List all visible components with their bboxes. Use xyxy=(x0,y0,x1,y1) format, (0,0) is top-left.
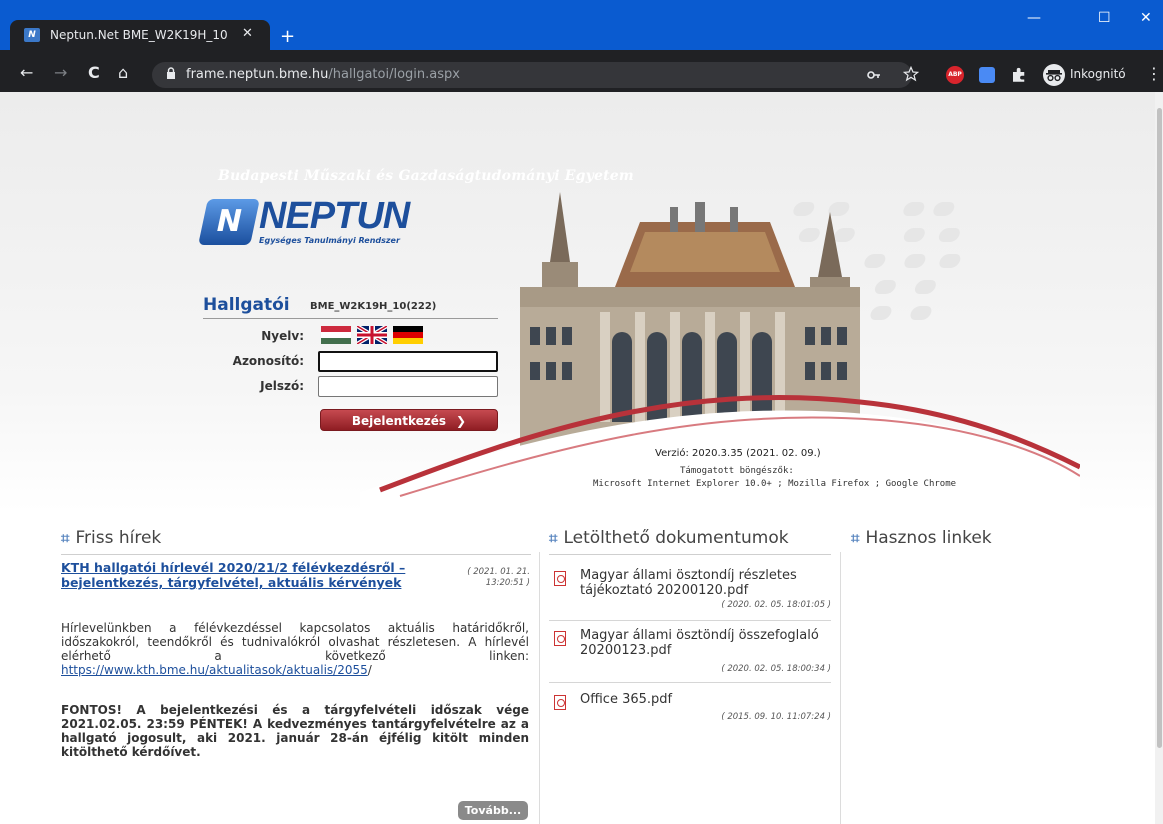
login-divider xyxy=(203,318,498,319)
flag-hungarian-icon[interactable] xyxy=(321,326,351,344)
tab-strip-base xyxy=(0,50,1163,58)
document-item[interactable]: Magyar állami ösztondíj részletes tájéko… xyxy=(549,568,831,616)
chevron-right-icon: ❯ xyxy=(456,414,467,428)
browser-menu-icon[interactable]: ⋮ xyxy=(1146,64,1162,83)
minimize-button[interactable]: — xyxy=(1027,10,1041,26)
links-heading: ⌗ Hasznos linkek xyxy=(851,528,992,548)
university-title: Budapesti Műszaki és Gazdaságtudományi E… xyxy=(218,168,634,184)
flag-english-icon[interactable] xyxy=(357,326,387,344)
forward-button[interactable]: → xyxy=(54,63,67,82)
server-code: BME_W2K19H_10(222) xyxy=(310,301,437,312)
flag-german-icon[interactable] xyxy=(393,326,423,344)
grid-icon: ⌗ xyxy=(851,529,860,547)
incognito-label[interactable]: Inkognitó xyxy=(1070,67,1126,81)
back-button[interactable]: ← xyxy=(20,63,33,82)
neptun-logo-mark: N xyxy=(198,199,260,245)
neptun-logo-subtitle: Egységes Tanulmányi Rendszer xyxy=(259,236,400,245)
pdf-icon xyxy=(554,695,566,710)
supported-browsers-list: Microsoft Internet Explorer 10.0+ ; Mozi… xyxy=(593,479,957,489)
grid-icon: ⌗ xyxy=(549,529,558,547)
username-label: Azonosító: xyxy=(232,354,304,368)
scrollbar-thumb[interactable] xyxy=(1157,108,1162,748)
login-title: Hallgatói xyxy=(203,295,290,315)
browser-tab[interactable]: N Neptun.Net BME_W2K19H_10 ✕ xyxy=(10,20,270,50)
login-button[interactable]: Bejelentkezés ❯ xyxy=(320,409,498,431)
news-date: ( 2021. 01. 21. 13:20:51 ) xyxy=(467,567,530,588)
puzzle-extensions-icon[interactable] xyxy=(1010,66,1028,84)
maximize-button[interactable]: ☐ xyxy=(1098,10,1111,26)
language-label: Nyelv: xyxy=(261,329,304,343)
documents-heading: ⌗ Letölthető dokumentumok xyxy=(549,528,789,548)
tab-title: Neptun.Net BME_W2K19H_10 xyxy=(50,28,228,42)
documents-heading-rule xyxy=(549,554,831,555)
document-name: Magyar állami ösztondíj részletes tájéko… xyxy=(580,568,797,598)
key-icon[interactable] xyxy=(867,70,881,80)
pdf-icon xyxy=(554,571,566,586)
document-name: Magyar állami ösztöndíj összefoglaló 202… xyxy=(580,628,819,658)
news-heading: ⌗ Friss hírek xyxy=(61,528,162,548)
adblock-extension-icon[interactable]: ABP xyxy=(946,66,964,84)
news-title-link[interactable]: KTH hallgatói hírlevél 2020/21/2 félévke… xyxy=(61,560,451,590)
news-important-notice: FONTOS! A bejelentkezési és a tárgyfelvé… xyxy=(61,703,529,759)
reload-button[interactable]: C xyxy=(88,63,100,82)
document-date: ( 2020. 02. 05. 18:00:34 ) xyxy=(721,664,831,674)
password-input[interactable] xyxy=(318,376,498,397)
tab-close-icon[interactable]: ✕ xyxy=(242,26,253,41)
document-name: Office 365.pdf xyxy=(580,692,673,707)
extension-icon[interactable] xyxy=(979,67,995,83)
address-bar[interactable]: frame.neptun.bme.hu/hallgatoi/login.aspx xyxy=(152,62,912,88)
bookmark-star-icon[interactable] xyxy=(903,66,919,82)
home-button[interactable]: ⌂ xyxy=(118,63,128,82)
url-text: frame.neptun.bme.hu/hallgatoi/login.aspx xyxy=(186,67,460,82)
login-button-label: Bejelentkezés xyxy=(351,414,447,428)
version-text: Verzió: 2020.3.35 (2021. 02. 09.) xyxy=(655,448,821,459)
new-tab-button[interactable]: + xyxy=(280,28,295,46)
news-heading-rule xyxy=(61,554,531,555)
password-label: Jelszó: xyxy=(260,379,304,393)
close-window-button[interactable]: ✕ xyxy=(1140,10,1152,26)
document-date: ( 2020. 02. 05. 18:01:05 ) xyxy=(721,600,831,610)
more-news-button[interactable]: Tovább... xyxy=(458,801,528,820)
news-link[interactable]: https://www.kth.bme.hu/aktualitasok/aktu… xyxy=(61,663,368,677)
pdf-icon xyxy=(554,631,566,646)
neptun-logo-word: NEPTUN xyxy=(259,195,410,237)
lock-icon xyxy=(167,67,175,79)
supported-browsers-label: Támogatott böngészők: xyxy=(680,466,794,476)
grid-icon: ⌗ xyxy=(61,529,70,547)
document-divider xyxy=(549,620,831,621)
news-body: Hírlevelünkben a félévkezdéssel kapcsola… xyxy=(61,621,529,677)
document-item[interactable]: Magyar állami ösztöndíj összefoglaló 202… xyxy=(549,628,831,676)
column-separator xyxy=(840,552,841,824)
column-separator xyxy=(539,552,540,824)
document-item[interactable]: Office 365.pdf ( 2015. 09. 10. 11:07:24 … xyxy=(549,692,831,728)
page-content: Budapesti Műszaki és Gazdaságtudományi E… xyxy=(0,92,1163,824)
neptun-favicon-icon: N xyxy=(24,28,40,42)
username-input[interactable] xyxy=(318,351,498,372)
incognito-icon[interactable] xyxy=(1043,64,1065,86)
document-date: ( 2015. 09. 10. 11:07:24 ) xyxy=(721,712,831,722)
document-divider xyxy=(549,682,831,683)
